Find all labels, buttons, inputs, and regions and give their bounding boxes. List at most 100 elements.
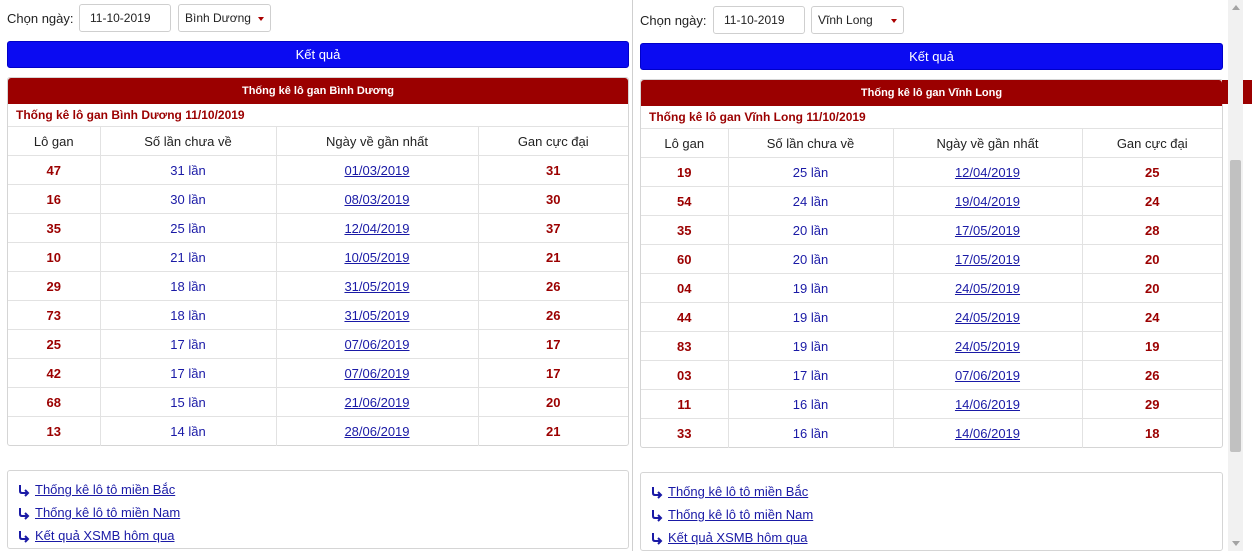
col-lo-gan: Lô gan [641,128,729,158]
related-link[interactable]: Kết quả XSMB hôm qua [35,528,174,543]
date-cell: 12/04/2019 [276,213,479,243]
max-cell: 21 [478,416,628,446]
date-link[interactable]: 17/05/2019 [955,252,1020,267]
max-cell: 20 [1082,273,1222,303]
curved-arrow-icon [19,484,30,497]
count-cell: 25 lần [100,213,277,243]
date-link[interactable]: 07/06/2019 [344,366,409,381]
date-link[interactable]: 14/06/2019 [955,397,1020,412]
related-link[interactable]: Thống kê lô tô miền Bắc [35,482,175,497]
scroll-down-icon[interactable] [1232,541,1240,546]
related-link[interactable]: Kết quả XSMB hôm qua [668,530,807,545]
count-cell: 16 lần [728,389,894,419]
submit-button[interactable]: Kết quả [7,41,629,68]
date-cell: 28/06/2019 [276,416,479,446]
count-cell: 20 lần [728,215,894,245]
date-link[interactable]: 14/06/2019 [955,426,1020,441]
link-item: Kết quả XSMB hôm qua [641,526,1222,549]
lo-gan-cell: 04 [641,273,729,303]
date-link[interactable]: 31/05/2019 [344,279,409,294]
date-link[interactable]: 24/05/2019 [955,281,1020,296]
stat-header: Thống kê lô gan Vĩnh Long [641,80,1222,106]
table-row: 60 20 lần 17/05/2019 20 [641,244,1222,274]
date-link[interactable]: 24/05/2019 [955,310,1020,325]
date-label: Chọn ngày: [640,13,707,28]
lo-gan-cell: 54 [641,186,729,216]
date-input[interactable] [79,4,171,32]
table-row: 16 30 lần 08/03/2019 30 [8,184,628,214]
date-cell: 08/03/2019 [276,184,479,214]
col-so-lan: Số lần chưa về [100,126,277,156]
stat-subheader: Thống kê lô gan Bình Dương 11/10/2019 [16,108,245,122]
lo-gan-stat-box: Thống kê lô gan Bình Dương Thống kê lô g… [7,77,629,446]
table-row: 73 18 lần 31/05/2019 26 [8,300,628,330]
count-cell: 19 lần [728,302,894,332]
stat-header: Thống kê lô gan Bình Dương [8,78,628,104]
date-cell: 24/05/2019 [893,302,1083,332]
date-link[interactable]: 12/04/2019 [955,165,1020,180]
curved-arrow-icon [19,507,30,520]
date-link[interactable]: 12/04/2019 [344,221,409,236]
lo-gan-cell: 35 [8,213,101,243]
max-cell: 26 [478,271,628,301]
date-link[interactable]: 08/03/2019 [344,192,409,207]
date-cell: 31/05/2019 [276,271,479,301]
table-row: 42 17 lần 07/06/2019 17 [8,358,628,388]
related-links: Thống kê lô tô miền Bắc Thống kê lô tô mi… [640,472,1223,551]
caret-down-icon [891,19,897,23]
date-cell: 17/05/2019 [893,244,1083,274]
link-item: Thống kê lô tô miền Nam [8,501,628,524]
max-cell: 30 [478,184,628,214]
submit-button[interactable]: Kết quả [640,43,1223,70]
related-link[interactable]: Thống kê lô tô miền Bắc [668,484,808,499]
count-cell: 16 lần [728,418,894,448]
count-cell: 17 lần [100,329,277,359]
lo-gan-cell: 44 [641,302,729,332]
province-select[interactable]: Bình Dương [178,4,271,32]
lo-gan-cell: 47 [8,155,101,185]
date-cell: 10/05/2019 [276,242,479,272]
table-row: 35 25 lần 12/04/2019 37 [8,213,628,243]
province-select[interactable]: Vĩnh Long [811,6,904,34]
date-cell: 14/06/2019 [893,418,1083,448]
lo-gan-table: Lô gan Số lần chưa về Ngày về gần nhất G… [8,126,628,446]
lo-gan-cell: 42 [8,358,101,388]
related-link[interactable]: Thống kê lô tô miền Nam [668,507,813,522]
date-link[interactable]: 24/05/2019 [955,339,1020,354]
scroll-up-icon[interactable] [1232,5,1240,10]
related-links: Thống kê lô tô miền Bắc Thống kê lô tô mi… [7,470,629,549]
table-row: 54 24 lần 19/04/2019 24 [641,186,1222,216]
date-link[interactable]: 31/05/2019 [344,308,409,323]
date-link[interactable]: 01/03/2019 [344,163,409,178]
date-link[interactable]: 28/06/2019 [344,424,409,439]
date-link[interactable]: 10/05/2019 [344,250,409,265]
stat-subheader: Thống kê lô gan Vĩnh Long 11/10/2019 [649,110,866,124]
vertical-scrollbar[interactable] [1228,0,1243,551]
link-item: Kết quả XSMB hôm qua [8,524,628,547]
lo-gan-cell: 83 [641,331,729,361]
scroll-thumb[interactable] [1230,160,1241,452]
lo-gan-cell: 68 [8,387,101,417]
max-cell: 25 [1082,157,1222,187]
count-cell: 24 lần [728,186,894,216]
date-cell: 21/06/2019 [276,387,479,417]
province-select-value: Vĩnh Long [818,13,873,27]
date-link[interactable]: 19/04/2019 [955,194,1020,209]
date-link[interactable]: 21/06/2019 [344,395,409,410]
lo-gan-cell: 25 [8,329,101,359]
curved-arrow-icon [652,509,663,522]
table-row: 47 31 lần 01/03/2019 31 [8,155,628,185]
table-row: 35 20 lần 17/05/2019 28 [641,215,1222,245]
right-panel: Chọn ngày: Vĩnh Long Kết quả Thống kê lô… [632,0,1252,551]
date-input[interactable] [713,6,805,34]
count-cell: 19 lần [728,331,894,361]
related-link[interactable]: Thống kê lô tô miền Nam [35,505,180,520]
caret-down-icon [258,17,264,21]
max-cell: 37 [478,213,628,243]
count-cell: 19 lần [728,273,894,303]
date-link[interactable]: 07/06/2019 [955,368,1020,383]
date-link[interactable]: 17/05/2019 [955,223,1020,238]
date-cell: 12/04/2019 [893,157,1083,187]
col-so-lan: Số lần chưa về [728,128,894,158]
date-link[interactable]: 07/06/2019 [344,337,409,352]
